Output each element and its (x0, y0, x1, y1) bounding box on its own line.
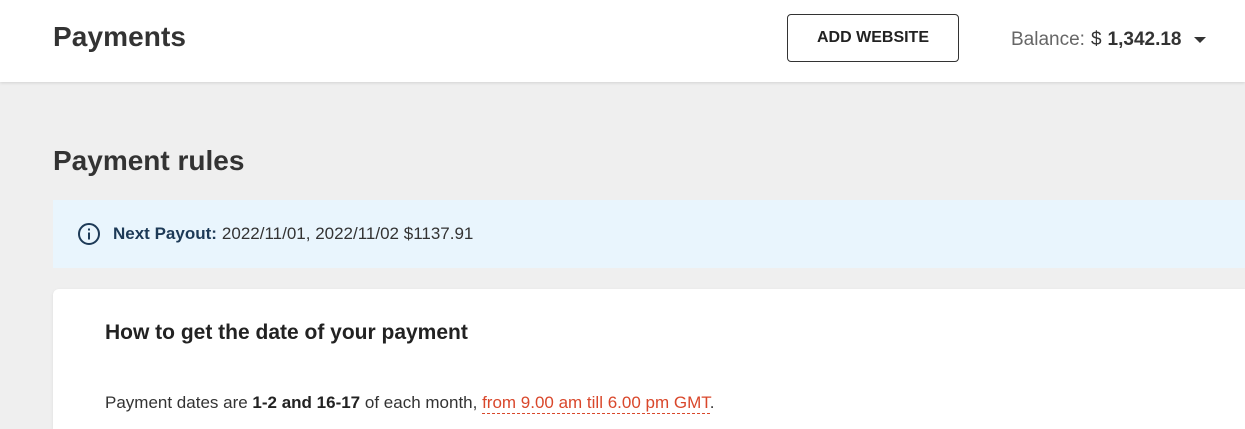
card-title: How to get the date of your payment (105, 321, 468, 344)
text-prefix: Payment dates are (105, 393, 253, 412)
text-suffix: . (709, 393, 715, 412)
payment-date-card: How to get the date of your payment Paym… (53, 289, 1245, 429)
next-payout-label: Next Payout: (113, 224, 217, 243)
section-title: Payment rules (53, 145, 245, 176)
next-payout-banner: Next Payout: 2022/11/01, 2022/11/02 $113… (53, 200, 1245, 268)
payment-dates-text: Payment dates are 1-2 and 16-17 of each … (105, 393, 715, 414)
info-circle-icon (77, 222, 101, 246)
balance-currency: $ (1090, 29, 1102, 50)
caret-down-icon (1193, 37, 1206, 43)
top-bar: Payments ADD WEBSITE Balance: $ 1,342.18 (0, 0, 1245, 82)
payment-time-link[interactable]: from 9.00 am till 6.00 pm GMT (482, 393, 710, 414)
balance-dropdown[interactable]: Balance: $ 1,342.18 (1011, 28, 1206, 52)
text-middle: of each month, (360, 393, 483, 412)
balance-amount: 1,342.18 (1107, 29, 1182, 50)
payment-days: 1-2 and 16-17 (252, 393, 361, 412)
add-website-button[interactable]: ADD WEBSITE (787, 14, 959, 62)
balance-label: Balance: (1011, 29, 1085, 50)
next-payout-value: 2022/11/01, 2022/11/02 $1137.91 (221, 224, 474, 243)
page-title: Payments (53, 21, 187, 52)
